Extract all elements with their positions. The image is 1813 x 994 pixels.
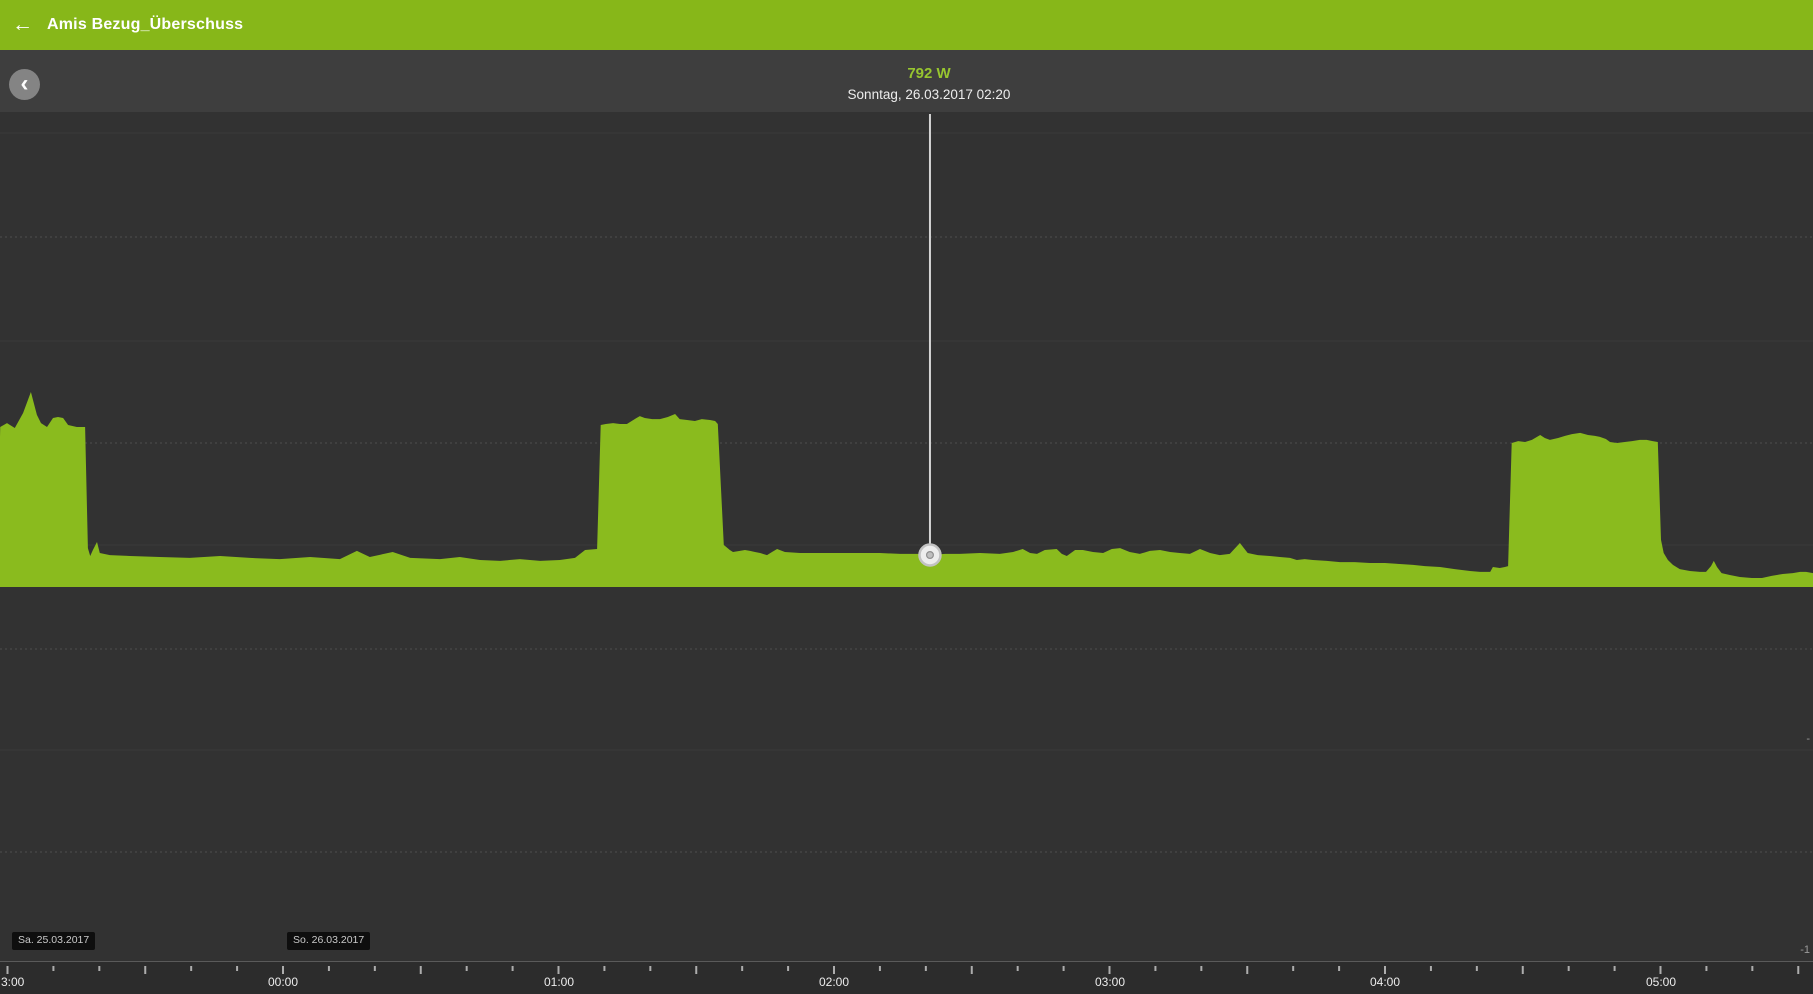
page-title: Amis Bezug_Überschuss — [47, 16, 244, 33]
cursor-marker-dot — [925, 550, 934, 559]
area-series — [0, 392, 1813, 587]
statistics-screen: ← Amis Bezug_Überschuss ‹ 792 W Sonntag,… — [0, 0, 1813, 994]
back-arrow-icon[interactable]: ← — [12, 14, 33, 35]
plot-svg[interactable] — [0, 0, 1813, 994]
app-bar: ← Amis Bezug_Überschuss — [0, 0, 1813, 50]
